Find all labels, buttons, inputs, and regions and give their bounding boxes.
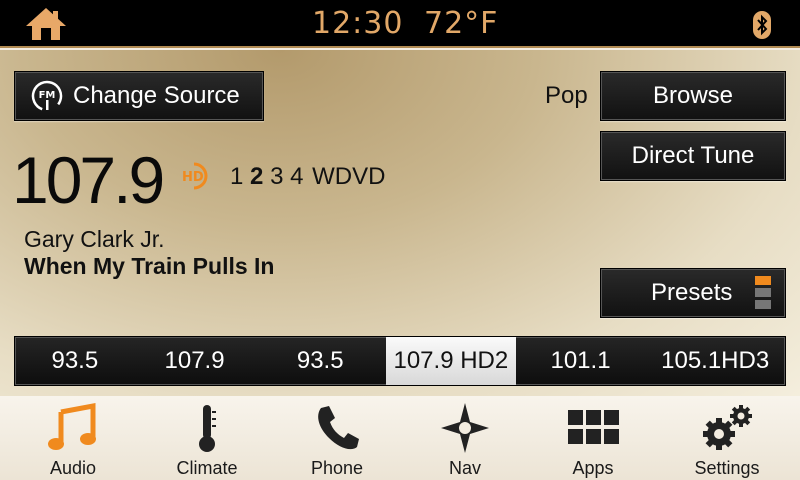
nav-apps[interactable]: Apps [528,396,658,480]
preset-1[interactable]: 93.5 [15,337,135,385]
radio-main-panel: FM Change Source Pop Browse Direct Tune … [0,50,800,396]
change-source-button[interactable]: FM Change Source [14,71,264,121]
fm-radio-icon: FM [31,80,63,112]
presets-page-indicator [755,276,771,310]
track-title: When My Train Pulls In [24,253,275,279]
nav-settings[interactable]: Settings [662,396,792,480]
phone-icon [318,406,359,450]
hd-subchannels: 1 2 3 4 WDVD [230,163,385,191]
nav-climate[interactable]: Climate [142,396,272,480]
station-frequency: 107.9 [12,143,165,217]
outside-temperature: 72°F [424,6,499,41]
home-icon [26,8,66,40]
preset-6[interactable]: 105.1HD3 [645,337,785,385]
svg-text:FM: FM [39,90,56,101]
bottom-nav-bar: Audio Climate Phone Nav Apps Settings [0,396,800,480]
station-genre: Pop [545,82,588,109]
gear-icon [703,405,752,450]
subchannel-2[interactable]: 2 [250,163,263,190]
preset-3[interactable]: 93.5 [254,337,386,385]
hd-radio-icon: HD [182,162,208,190]
nav-navigation[interactable]: Nav [400,396,530,480]
nav-apps-label: Apps [572,458,614,478]
presets-label: Presets [651,279,733,306]
bluetooth-icon [753,11,771,39]
home-button[interactable] [24,6,68,42]
status-bar: 12:30 72°F [0,0,800,48]
nav-climate-label: Climate [176,458,238,478]
nav-settings-label: Settings [694,458,760,478]
change-source-label: Change Source [73,82,240,109]
thermometer-icon [199,405,216,452]
nav-phone[interactable]: Phone [272,396,402,480]
subchannel-3[interactable]: 3 [270,163,283,190]
station-callsign: WDVD [312,163,386,190]
direct-tune-button[interactable]: Direct Tune [600,131,786,181]
clock-time: 12:30 [312,6,404,41]
nav-navigation-label: Nav [448,458,481,478]
subchannel-1[interactable]: 1 [230,163,243,190]
nav-audio[interactable]: Audio [8,396,138,480]
subchannel-4[interactable]: 4 [290,163,303,190]
presets-button[interactable]: Presets [600,268,786,318]
music-note-icon [48,402,96,450]
preset-strip: 93.5 107.9 93.5 107.9 HD2 101.1 105.1HD3 [14,336,786,386]
preset-4[interactable]: 107.9 HD2 [386,337,516,385]
preset-5[interactable]: 101.1 [516,337,646,385]
nav-audio-label: Audio [49,458,97,478]
preset-2[interactable]: 107.9 [135,337,255,385]
svg-text:HD: HD [182,170,204,185]
apps-grid-icon [568,410,619,444]
artist-name: Gary Clark Jr. [24,226,165,252]
browse-button[interactable]: Browse [600,71,786,121]
nav-phone-label: Phone [310,458,364,478]
compass-icon [441,403,489,453]
